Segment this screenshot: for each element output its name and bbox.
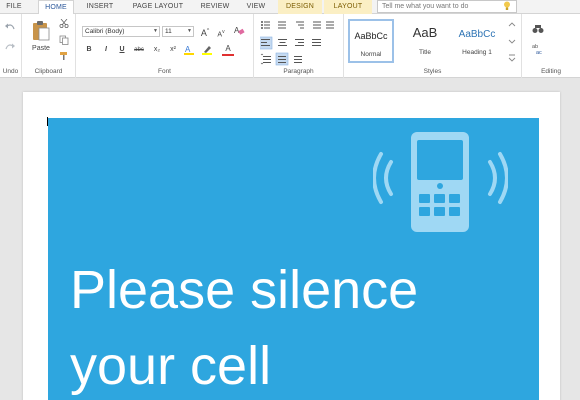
font-color-button[interactable]: A: [222, 44, 234, 56]
headline-line-2: your cell: [70, 336, 272, 396]
underline-button[interactable]: U: [117, 45, 127, 55]
style-title[interactable]: AaB Title: [402, 19, 448, 63]
style-title-sample: AaB: [412, 25, 438, 40]
style-normal-label: Normal: [360, 51, 382, 58]
italic-button[interactable]: I: [101, 45, 111, 55]
style-normal-sample: AaBbCc: [354, 31, 388, 41]
editing-group-label: Editing: [541, 68, 561, 75]
paragraph-group-label: Paragraph: [283, 68, 314, 75]
tab-layout[interactable]: LAYOUT: [324, 0, 372, 14]
tab-design[interactable]: DESIGN: [278, 0, 322, 14]
editing-group: ab ac Editing: [522, 14, 580, 78]
clipboard-group: Paste Clipboard: [22, 14, 76, 78]
font-name-combobox[interactable]: Calibri (Body) ▼: [82, 26, 160, 37]
paste-icon[interactable]: [31, 20, 51, 42]
tab-file[interactable]: FILE: [2, 0, 26, 14]
clipboard-group-label: Clipboard: [34, 68, 63, 75]
tab-home[interactable]: HOME: [38, 0, 74, 15]
ribbon-tab-bar: FILE HOME INSERT PAGE LAYOUT REVIEW VIEW…: [0, 0, 580, 15]
style-title-label: Title: [418, 49, 432, 56]
undo-group: Undo: [0, 14, 22, 78]
tab-insert[interactable]: INSERT: [82, 0, 118, 14]
chevron-down-icon: ▼: [187, 28, 192, 34]
tab-page-layout[interactable]: PAGE LAYOUT: [126, 0, 190, 14]
find-binoculars-icon[interactable]: [532, 24, 544, 34]
style-heading-1-sample: AaBbCc: [458, 29, 496, 40]
font-group: Calibri (Body) ▼ 11 ▼ A^ Av A B I U abc …: [76, 14, 254, 78]
undo-icon[interactable]: [4, 22, 16, 32]
strikethrough-button[interactable]: abc: [132, 45, 146, 55]
shrink-font-button[interactable]: Av: [216, 27, 226, 40]
svg-text:A: A: [185, 45, 191, 54]
document-canvas: Please silence your cell: [0, 79, 580, 400]
paragraph-controls-icon[interactable]: [260, 20, 340, 68]
ribbon: Undo Paste Clipboard Calibri (Body) ▼ 11…: [0, 14, 580, 78]
styles-scroll-icon[interactable]: [508, 20, 516, 62]
font-size-value: 11: [165, 28, 172, 35]
svg-text:ac: ac: [536, 50, 542, 55]
copy-icon[interactable]: [59, 35, 69, 45]
styles-group: AaBbCc Normal AaB Title AaBbCc Heading 1…: [344, 14, 522, 78]
bold-button[interactable]: B: [84, 45, 94, 55]
style-heading-1-label: Heading 1: [462, 49, 492, 56]
clear-formatting-icon[interactable]: A: [234, 25, 245, 36]
headline-line-1: Please silence: [70, 260, 419, 320]
tab-view[interactable]: VIEW: [240, 0, 272, 14]
sign-banner[interactable]: Please silence your cell: [48, 118, 539, 400]
paragraph-group: Paragraph: [254, 14, 344, 78]
lightbulb-icon: [504, 1, 510, 10]
sign-headline: Please silence your cell: [70, 252, 530, 400]
tell-me-search-input[interactable]: Tell me what you want to do: [377, 0, 517, 13]
svg-text:A: A: [234, 26, 240, 35]
chevron-down-icon: ▼: [153, 28, 158, 34]
grow-font-button[interactable]: A^: [200, 26, 210, 38]
format-painter-icon[interactable]: [59, 51, 69, 61]
document-page[interactable]: Please silence your cell: [23, 92, 560, 400]
redo-icon[interactable]: [4, 42, 16, 52]
superscript-button[interactable]: x²: [167, 45, 179, 55]
highlight-color-icon[interactable]: [202, 44, 216, 56]
font-name-value: Calibri (Body): [85, 28, 125, 35]
phone-ringing-icon: [373, 132, 508, 232]
style-heading-1[interactable]: AaBbCc Heading 1: [454, 19, 500, 63]
undo-group-label: Undo: [2, 68, 19, 75]
styles-group-label: Styles: [423, 68, 442, 75]
paste-button[interactable]: Paste: [28, 44, 54, 54]
replace-icon[interactable]: ab ac: [532, 43, 546, 55]
tab-review[interactable]: REVIEW: [196, 0, 234, 14]
subscript-button[interactable]: x₂: [151, 45, 163, 55]
style-normal[interactable]: AaBbCc Normal: [348, 19, 394, 63]
font-size-combobox[interactable]: 11 ▼: [162, 26, 194, 37]
text-effects-icon[interactable]: A: [184, 44, 198, 56]
cut-icon[interactable]: [59, 19, 69, 28]
font-group-label: Font: [157, 68, 171, 75]
